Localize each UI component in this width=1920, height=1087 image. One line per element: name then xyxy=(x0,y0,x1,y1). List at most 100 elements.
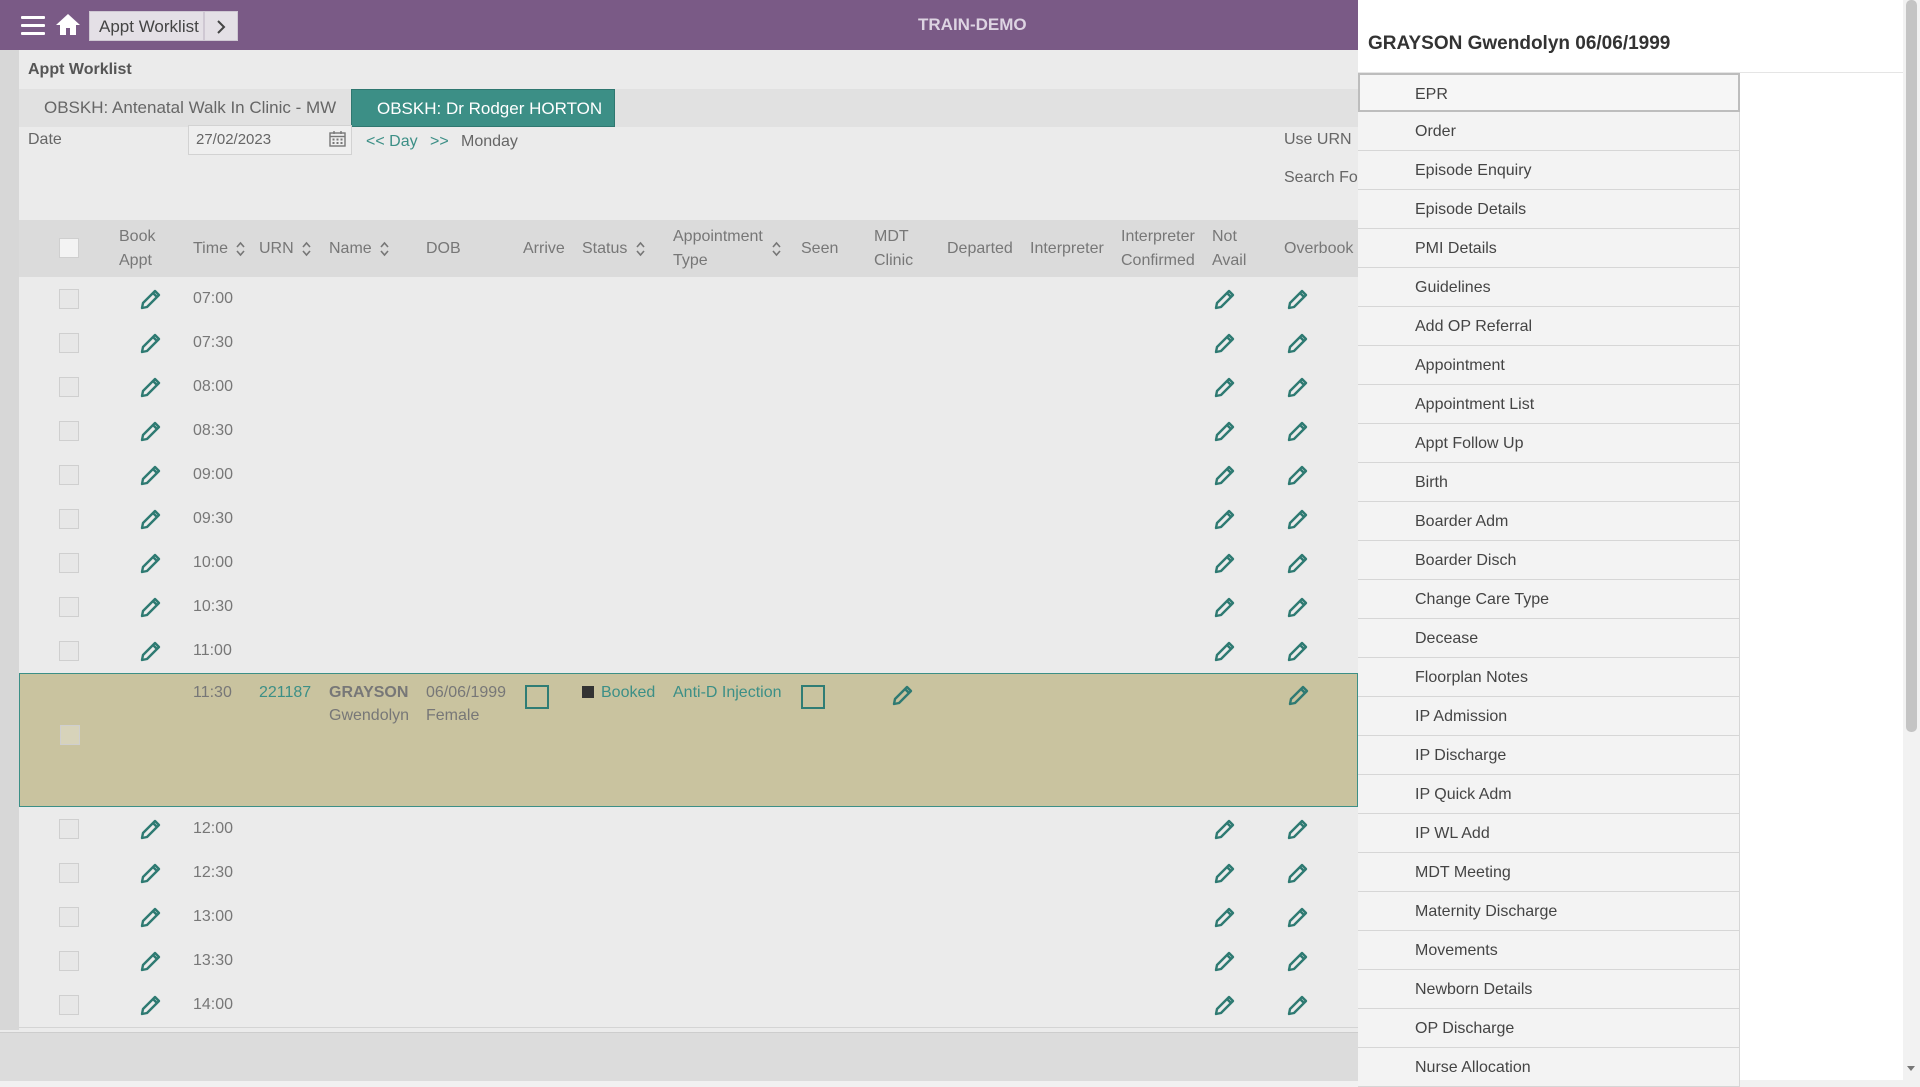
header-status[interactable]: Status xyxy=(582,237,645,261)
menu-item-appointment[interactable]: Appointment xyxy=(1358,346,1740,385)
pencil-icon[interactable] xyxy=(1212,418,1238,444)
table-row[interactable]: 08:30 xyxy=(19,409,1358,454)
pencil-icon[interactable] xyxy=(1285,462,1311,488)
select-all-checkbox[interactable] xyxy=(59,238,79,258)
row-checkbox[interactable] xyxy=(59,289,79,309)
row-checkbox[interactable] xyxy=(60,725,80,745)
menu-item-ip-discharge[interactable]: IP Discharge xyxy=(1358,736,1740,775)
pencil-icon[interactable] xyxy=(1285,860,1311,886)
menu-item-episode-enquiry[interactable]: Episode Enquiry xyxy=(1358,151,1740,190)
row-status[interactable]: Booked xyxy=(582,684,655,702)
row-checkbox[interactable] xyxy=(59,333,79,353)
pencil-icon[interactable] xyxy=(1285,330,1311,356)
pencil-icon[interactable] xyxy=(1285,904,1311,930)
row-appt-type[interactable]: Anti-D Injection xyxy=(673,684,782,702)
menu-item-change-care-type[interactable]: Change Care Type xyxy=(1358,580,1740,619)
date-input[interactable]: 27/02/2023 xyxy=(188,125,352,155)
table-row[interactable]: 09:00 xyxy=(19,453,1358,498)
table-row[interactable]: 08:00 xyxy=(19,365,1358,410)
row-checkbox[interactable] xyxy=(59,597,79,617)
pencil-icon[interactable] xyxy=(1285,374,1311,400)
pencil-icon[interactable] xyxy=(1212,860,1238,886)
row-checkbox[interactable] xyxy=(59,951,79,971)
pencil-icon[interactable] xyxy=(1212,506,1238,532)
menu-item-guidelines[interactable]: Guidelines xyxy=(1358,268,1740,307)
pencil-icon[interactable] xyxy=(1285,594,1311,620)
table-row[interactable]: 10:00 xyxy=(19,541,1358,586)
row-checkbox[interactable] xyxy=(59,995,79,1015)
scroll-down-arrow[interactable] xyxy=(1907,1066,1915,1071)
table-row[interactable]: 13:00 xyxy=(19,895,1358,940)
menu-item-appt-follow-up[interactable]: Appt Follow Up xyxy=(1358,424,1740,463)
menu-item-ip-admission[interactable]: IP Admission xyxy=(1358,697,1740,736)
pencil-icon[interactable] xyxy=(1285,286,1311,312)
pencil-icon[interactable] xyxy=(890,682,916,708)
next-day-link[interactable]: >> xyxy=(430,133,449,151)
menu-item-mdt-meeting[interactable]: MDT Meeting xyxy=(1358,853,1740,892)
pencil-icon[interactable] xyxy=(138,816,164,842)
header-time[interactable]: Time xyxy=(193,237,246,261)
row-checkbox[interactable] xyxy=(59,553,79,573)
pencil-icon[interactable] xyxy=(1285,816,1311,842)
scroll-thumb[interactable] xyxy=(1906,0,1917,732)
home-icon[interactable] xyxy=(54,12,82,36)
breadcrumb-appt-worklist[interactable]: Appt Worklist xyxy=(89,11,204,41)
row-checkbox[interactable] xyxy=(59,377,79,397)
menu-item-boarder-adm[interactable]: Boarder Adm xyxy=(1358,502,1740,541)
pencil-icon[interactable] xyxy=(138,286,164,312)
row-urn[interactable]: 221187 xyxy=(259,684,311,702)
pencil-icon[interactable] xyxy=(1212,992,1238,1018)
pencil-icon[interactable] xyxy=(1212,638,1238,664)
menu-item-maternity-discharge[interactable]: Maternity Discharge xyxy=(1358,892,1740,931)
pencil-icon[interactable] xyxy=(138,462,164,488)
menu-item-nurse-allocation[interactable]: Nurse Allocation xyxy=(1358,1048,1740,1087)
menu-item-ip-quick-adm[interactable]: IP Quick Adm xyxy=(1358,775,1740,814)
row-checkbox[interactable] xyxy=(59,863,79,883)
pencil-icon[interactable] xyxy=(1212,330,1238,356)
pencil-icon[interactable] xyxy=(1285,992,1311,1018)
pencil-icon[interactable] xyxy=(1285,550,1311,576)
table-row[interactable]: 10:30 xyxy=(19,585,1358,630)
menu-item-birth[interactable]: Birth xyxy=(1358,463,1740,502)
pencil-icon[interactable] xyxy=(138,330,164,356)
pencil-icon[interactable] xyxy=(1212,904,1238,930)
seen-checkbox[interactable] xyxy=(801,685,825,709)
table-row[interactable]: 07:00 xyxy=(19,277,1358,322)
pencil-icon[interactable] xyxy=(1286,682,1312,708)
breadcrumb-next-button[interactable] xyxy=(204,11,238,41)
pencil-icon[interactable] xyxy=(1285,418,1311,444)
header-urn[interactable]: URN xyxy=(259,237,311,261)
pencil-icon[interactable] xyxy=(138,638,164,664)
pencil-icon[interactable] xyxy=(138,550,164,576)
header-name[interactable]: Name xyxy=(329,237,389,261)
row-checkbox[interactable] xyxy=(59,509,79,529)
row-checkbox[interactable] xyxy=(59,465,79,485)
pencil-icon[interactable] xyxy=(1212,462,1238,488)
menu-item-add-op-referral[interactable]: Add OP Referral xyxy=(1358,307,1740,346)
pencil-icon[interactable] xyxy=(1285,638,1311,664)
pencil-icon[interactable] xyxy=(138,948,164,974)
menu-item-op-discharge[interactable]: OP Discharge xyxy=(1358,1009,1740,1048)
menu-item-ip-wl-add[interactable]: IP WL Add xyxy=(1358,814,1740,853)
header-appt-type[interactable]: Appointment Type xyxy=(673,225,763,273)
pencil-icon[interactable] xyxy=(1212,550,1238,576)
pencil-icon[interactable] xyxy=(1285,506,1311,532)
table-row[interactable]: 14:00 xyxy=(19,983,1358,1028)
table-row[interactable]: 09:30 xyxy=(19,497,1358,542)
pencil-icon[interactable] xyxy=(138,904,164,930)
row-checkbox[interactable] xyxy=(59,641,79,661)
menu-icon[interactable] xyxy=(21,16,45,36)
table-row[interactable]: 13:30 xyxy=(19,939,1358,984)
pencil-icon[interactable] xyxy=(1212,594,1238,620)
menu-item-decease[interactable]: Decease xyxy=(1358,619,1740,658)
menu-item-order[interactable]: Order xyxy=(1358,112,1740,151)
row-checkbox[interactable] xyxy=(59,907,79,927)
menu-item-pmi-details[interactable]: PMI Details xyxy=(1358,229,1740,268)
pencil-icon[interactable] xyxy=(138,418,164,444)
row-checkbox[interactable] xyxy=(59,421,79,441)
sort-icon[interactable] xyxy=(772,241,781,257)
calendar-icon[interactable] xyxy=(329,130,346,147)
prev-day-link[interactable]: << Day xyxy=(366,133,418,151)
pencil-icon[interactable] xyxy=(138,860,164,886)
menu-item-newborn-details[interactable]: Newborn Details xyxy=(1358,970,1740,1009)
